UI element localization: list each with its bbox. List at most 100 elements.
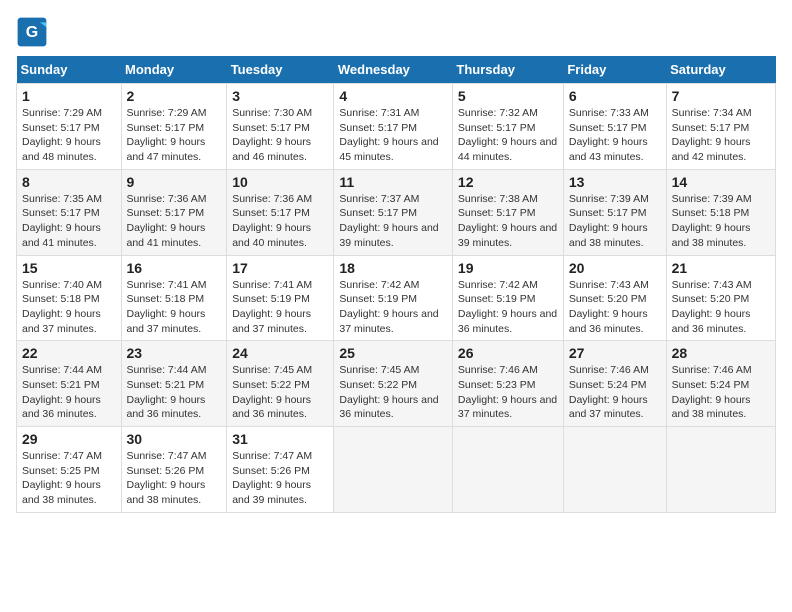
day-number: 20: [569, 260, 661, 276]
day-info: Sunrise: 7:45 AMSunset: 5:22 PMDaylight:…: [339, 364, 438, 420]
day-info: Sunrise: 7:31 AMSunset: 5:17 PMDaylight:…: [339, 107, 438, 163]
col-header-sunday: Sunday: [17, 56, 122, 84]
day-number: 14: [672, 174, 770, 190]
calendar-day-cell: 20 Sunrise: 7:43 AMSunset: 5:20 PMDayligh…: [563, 255, 666, 341]
day-info: Sunrise: 7:45 AMSunset: 5:22 PMDaylight:…: [232, 364, 312, 420]
calendar-day-cell: 2 Sunrise: 7:29 AMSunset: 5:17 PMDaylight…: [121, 84, 227, 170]
day-number: 6: [569, 88, 661, 104]
calendar-day-cell: 26 Sunrise: 7:46 AMSunset: 5:23 PMDayligh…: [452, 341, 563, 427]
day-number: 9: [127, 174, 222, 190]
day-info: Sunrise: 7:40 AMSunset: 5:18 PMDaylight:…: [22, 279, 102, 335]
day-info: Sunrise: 7:42 AMSunset: 5:19 PMDaylight:…: [458, 279, 557, 335]
col-header-thursday: Thursday: [452, 56, 563, 84]
day-number: 15: [22, 260, 116, 276]
day-number: 11: [339, 174, 447, 190]
day-info: Sunrise: 7:39 AMSunset: 5:18 PMDaylight:…: [672, 193, 752, 249]
day-info: Sunrise: 7:44 AMSunset: 5:21 PMDaylight:…: [127, 364, 207, 420]
day-info: Sunrise: 7:43 AMSunset: 5:20 PMDaylight:…: [672, 279, 752, 335]
calendar-day-cell: 11Sunrise: 7:37 AMSunset: 5:17 PMDayligh…: [334, 169, 453, 255]
calendar-day-cell: 16Sunrise: 7:41 AMSunset: 5:18 PMDayligh…: [121, 255, 227, 341]
calendar-week-row: 8 Sunrise: 7:35 AMSunset: 5:17 PMDaylight…: [17, 169, 776, 255]
day-number: 18: [339, 260, 447, 276]
day-number: 28: [672, 345, 770, 361]
calendar-empty-cell: [563, 427, 666, 513]
day-number: 10: [232, 174, 328, 190]
calendar-day-cell: 1 Sunrise: 7:29 AMSunset: 5:17 PMDaylight…: [17, 84, 122, 170]
day-info: Sunrise: 7:42 AMSunset: 5:19 PMDaylight:…: [339, 279, 438, 335]
day-info: Sunrise: 7:29 AMSunset: 5:17 PMDaylight:…: [127, 107, 207, 163]
calendar-day-cell: 27 Sunrise: 7:46 AMSunset: 5:24 PMDayligh…: [563, 341, 666, 427]
day-number: 21: [672, 260, 770, 276]
day-info: Sunrise: 7:39 AMSunset: 5:17 PMDaylight:…: [569, 193, 649, 249]
calendar-day-cell: 28 Sunrise: 7:46 AMSunset: 5:24 PMDayligh…: [666, 341, 775, 427]
page-header: G: [16, 16, 776, 48]
day-number: 19: [458, 260, 558, 276]
calendar-empty-cell: [452, 427, 563, 513]
calendar-week-row: 29Sunrise: 7:47 AMSunset: 5:25 PMDayligh…: [17, 427, 776, 513]
day-info: Sunrise: 7:46 AMSunset: 5:23 PMDaylight:…: [458, 364, 557, 420]
calendar-week-row: 22 Sunrise: 7:44 AMSunset: 5:21 PMDayligh…: [17, 341, 776, 427]
day-info: Sunrise: 7:32 AMSunset: 5:17 PMDaylight:…: [458, 107, 557, 163]
calendar-day-cell: 31 Sunrise: 7:47 AMSunset: 5:26 PMDayligh…: [227, 427, 334, 513]
col-header-tuesday: Tuesday: [227, 56, 334, 84]
calendar-day-cell: 3 Sunrise: 7:30 AMSunset: 5:17 PMDaylight…: [227, 84, 334, 170]
calendar-day-cell: 15 Sunrise: 7:40 AMSunset: 5:18 PMDayligh…: [17, 255, 122, 341]
calendar-day-cell: 24 Sunrise: 7:45 AMSunset: 5:22 PMDayligh…: [227, 341, 334, 427]
calendar-day-cell: 14 Sunrise: 7:39 AMSunset: 5:18 PMDayligh…: [666, 169, 775, 255]
day-number: 1: [22, 88, 116, 104]
day-number: 2: [127, 88, 222, 104]
day-number: 22: [22, 345, 116, 361]
day-number: 31: [232, 431, 328, 447]
calendar-day-cell: 29Sunrise: 7:47 AMSunset: 5:25 PMDayligh…: [17, 427, 122, 513]
logo-icon: G: [16, 16, 48, 48]
day-number: 27: [569, 345, 661, 361]
calendar-day-cell: 23 Sunrise: 7:44 AMSunset: 5:21 PMDayligh…: [121, 341, 227, 427]
calendar-table: SundayMondayTuesdayWednesdayThursdayFrid…: [16, 56, 776, 513]
day-info: Sunrise: 7:33 AMSunset: 5:17 PMDaylight:…: [569, 107, 649, 163]
day-number: 30: [127, 431, 222, 447]
day-info: Sunrise: 7:29 AMSunset: 5:17 PMDaylight:…: [22, 107, 102, 163]
calendar-day-cell: 4 Sunrise: 7:31 AMSunset: 5:17 PMDaylight…: [334, 84, 453, 170]
day-number: 13: [569, 174, 661, 190]
calendar-day-cell: 18 Sunrise: 7:42 AMSunset: 5:19 PMDayligh…: [334, 255, 453, 341]
calendar-day-cell: 22 Sunrise: 7:44 AMSunset: 5:21 PMDayligh…: [17, 341, 122, 427]
day-info: Sunrise: 7:43 AMSunset: 5:20 PMDaylight:…: [569, 279, 649, 335]
day-number: 26: [458, 345, 558, 361]
day-info: Sunrise: 7:47 AMSunset: 5:26 PMDaylight:…: [232, 450, 312, 506]
day-info: Sunrise: 7:47 AMSunset: 5:26 PMDaylight:…: [127, 450, 207, 506]
day-number: 5: [458, 88, 558, 104]
day-number: 3: [232, 88, 328, 104]
calendar-day-cell: 12Sunrise: 7:38 AMSunset: 5:17 PMDayligh…: [452, 169, 563, 255]
calendar-day-cell: 13 Sunrise: 7:39 AMSunset: 5:17 PMDayligh…: [563, 169, 666, 255]
day-number: 25: [339, 345, 447, 361]
day-number: 24: [232, 345, 328, 361]
day-info: Sunrise: 7:34 AMSunset: 5:17 PMDaylight:…: [672, 107, 752, 163]
day-number: 16: [127, 260, 222, 276]
calendar-week-row: 15 Sunrise: 7:40 AMSunset: 5:18 PMDayligh…: [17, 255, 776, 341]
calendar-header-row: SundayMondayTuesdayWednesdayThursdayFrid…: [17, 56, 776, 84]
calendar-day-cell: 8 Sunrise: 7:35 AMSunset: 5:17 PMDaylight…: [17, 169, 122, 255]
day-number: 7: [672, 88, 770, 104]
logo: G: [16, 16, 52, 48]
calendar-day-cell: 25 Sunrise: 7:45 AMSunset: 5:22 PMDayligh…: [334, 341, 453, 427]
day-info: Sunrise: 7:30 AMSunset: 5:17 PMDaylight:…: [232, 107, 312, 163]
day-number: 4: [339, 88, 447, 104]
col-header-friday: Friday: [563, 56, 666, 84]
day-number: 23: [127, 345, 222, 361]
day-number: 8: [22, 174, 116, 190]
day-info: Sunrise: 7:36 AMSunset: 5:17 PMDaylight:…: [127, 193, 207, 249]
calendar-day-cell: 7 Sunrise: 7:34 AMSunset: 5:17 PMDaylight…: [666, 84, 775, 170]
day-info: Sunrise: 7:44 AMSunset: 5:21 PMDaylight:…: [22, 364, 102, 420]
calendar-day-cell: 19 Sunrise: 7:42 AMSunset: 5:19 PMDayligh…: [452, 255, 563, 341]
day-number: 12: [458, 174, 558, 190]
col-header-monday: Monday: [121, 56, 227, 84]
day-info: Sunrise: 7:46 AMSunset: 5:24 PMDaylight:…: [672, 364, 752, 420]
day-info: Sunrise: 7:35 AMSunset: 5:17 PMDaylight:…: [22, 193, 102, 249]
svg-text:G: G: [26, 24, 38, 41]
calendar-day-cell: 6 Sunrise: 7:33 AMSunset: 5:17 PMDaylight…: [563, 84, 666, 170]
col-header-wednesday: Wednesday: [334, 56, 453, 84]
day-info: Sunrise: 7:46 AMSunset: 5:24 PMDaylight:…: [569, 364, 649, 420]
calendar-week-row: 1 Sunrise: 7:29 AMSunset: 5:17 PMDaylight…: [17, 84, 776, 170]
calendar-empty-cell: [666, 427, 775, 513]
calendar-day-cell: 5 Sunrise: 7:32 AMSunset: 5:17 PMDaylight…: [452, 84, 563, 170]
